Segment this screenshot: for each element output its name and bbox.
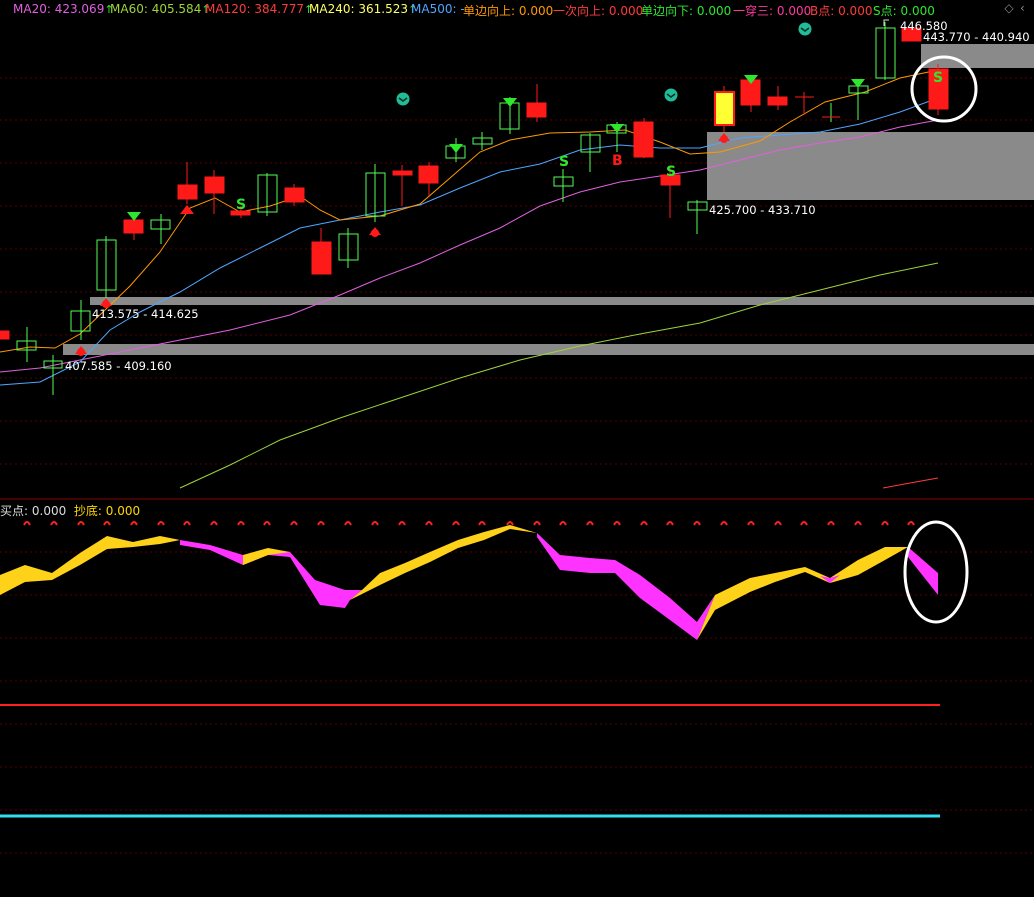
indicator-one-through-three: 一穿三: 0.000 — [733, 4, 812, 18]
main-price-chart[interactable]: S S S S B 446.580 443.770 - 440.940 425.… — [0, 0, 1034, 500]
indicator-ma120: MA120: 384.777↑ — [205, 2, 314, 16]
price-label-zone-top: 443.770 - 440.940 — [923, 30, 1030, 44]
indicator-single-down: 单边向下: 0.000 — [641, 4, 732, 18]
bottom-fish-label: 抄底: — [73, 504, 102, 518]
ma60-line — [179, 262, 939, 489]
indicator-ma240: MA240: 361.523↑ — [309, 2, 418, 16]
price-label-zone-mid: 425.700 - 433.710 — [709, 203, 816, 217]
zone-a — [90, 297, 1034, 305]
buy-point-label: 买点: — [0, 504, 29, 518]
sell-marker: S — [236, 197, 246, 213]
teal-circle-icon — [664, 88, 678, 102]
bottom-fish-value: 0.000 — [105, 504, 141, 518]
signal-arches — [23, 521, 915, 526]
price-label-zone-b: 407.585 - 409.160 — [65, 359, 172, 373]
indicator-ma20: MA20: 423.069↑ — [13, 2, 114, 16]
indicator-header: MA20: 423.069↑ MA60: 405.584↑ MA120: 384… — [0, 0, 1034, 18]
ma120-line — [882, 477, 939, 489]
buy-marker: B — [612, 153, 623, 169]
sub-grid — [0, 551, 1034, 854]
indicator-ma60: MA60: 405.584↑ — [110, 2, 211, 16]
teal-circle-icon — [798, 22, 812, 36]
indicator-once-up: 一次向上: 0.000 — [553, 4, 644, 18]
price-label-zone-a: 413.575 - 414.625 — [92, 307, 199, 321]
zones — [63, 44, 1034, 355]
indicator-s-point: S点: 0.000 — [873, 4, 935, 18]
indicator-ma500: MA500: - — [411, 2, 465, 16]
sell-marker: S — [559, 154, 569, 170]
oscillator-header: 买点: 0.000 抄底: 0.000 — [0, 502, 140, 519]
indicator-b-point: B点: 0.000 — [810, 4, 873, 18]
collapse-icon[interactable]: ‹ — [1020, 2, 1032, 14]
oscillator-bands — [0, 525, 938, 640]
sell-marker: S — [666, 164, 676, 180]
indicator-single-up: 单边向上: 0.000 — [463, 4, 554, 18]
sell-marker: S — [933, 70, 943, 86]
yellow-candle — [714, 91, 735, 126]
teal-circle-icon — [396, 92, 410, 106]
diamond-icon[interactable]: ◇ — [1003, 2, 1015, 14]
buy-point-value: 0.000 — [31, 504, 67, 518]
oscillator-panel[interactable] — [0, 500, 1034, 897]
